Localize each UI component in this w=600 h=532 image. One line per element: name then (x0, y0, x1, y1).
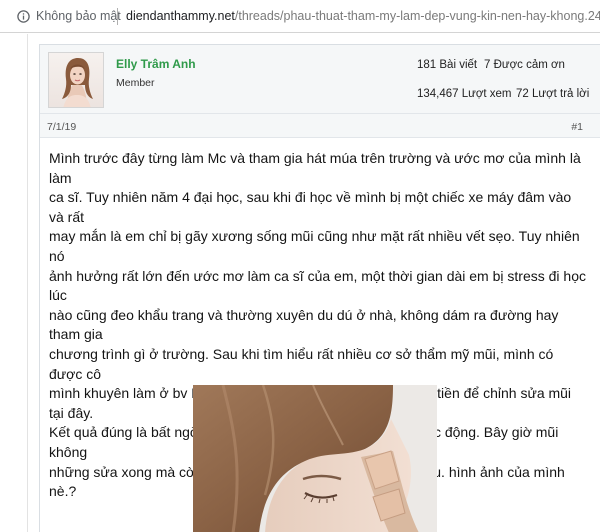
security-status-label[interactable]: Không bảo mật (36, 9, 121, 23)
post-author-header: Elly Trâm Anh Member 181 Bài viết 7 Được… (40, 45, 600, 114)
url-text[interactable]: diendanthammy.net/threads/phau-thuat-tha… (126, 9, 600, 23)
url-path: /threads/phau-thuat-tham-my-lam-dep-vung… (234, 9, 600, 23)
address-divider (117, 8, 118, 25)
post-meta-bar: 7/1/19 #1 (40, 114, 600, 138)
post-content: Mình trước đây từng làm Mc và tham gia h… (40, 139, 600, 532)
left-divider (27, 34, 28, 532)
post-line: may mắn là em chỉ bị gãy xương sống mũi … (49, 228, 580, 264)
post-line: chương trình gì ở trường. Sau khi tìm hi… (49, 345, 554, 382)
stat-views: 134,467 Lượt xem (417, 88, 512, 100)
stat-posts: 181 Bài viết (417, 59, 478, 71)
info-icon[interactable] (17, 10, 30, 23)
url-domain: diendanthammy.net (126, 9, 235, 23)
stat-replies: 72 Lượt trả lời (516, 88, 590, 100)
post-photo-image (193, 385, 437, 532)
post-line: ca sĩ. Tuy nhiên năm 4 đại học, sau khi … (49, 189, 572, 225)
author-role: Member (116, 77, 155, 89)
post-line: nào cũng đeo khẩu trang và thường xuyên … (49, 306, 559, 343)
address-bar[interactable]: Không bảo mật diendanthammy.net/threads/… (0, 0, 600, 33)
avatar-image (49, 53, 103, 107)
post-line: Mình trước đây từng làm Mc và tham gia h… (49, 150, 581, 186)
post-photo[interactable] (193, 385, 437, 532)
post-line: ảnh hưởng rất lớn đến ước mơ làm ca sĩ c… (49, 267, 586, 304)
avatar[interactable] (48, 52, 104, 108)
forum-post: Elly Trâm Anh Member 181 Bài viết 7 Được… (39, 44, 600, 532)
post-permalink[interactable]: #1 (571, 121, 583, 133)
stat-likes: 7 Được cảm ơn (484, 59, 565, 71)
post-date[interactable]: 7/1/19 (47, 121, 76, 133)
author-name[interactable]: Elly Trâm Anh (116, 57, 196, 71)
